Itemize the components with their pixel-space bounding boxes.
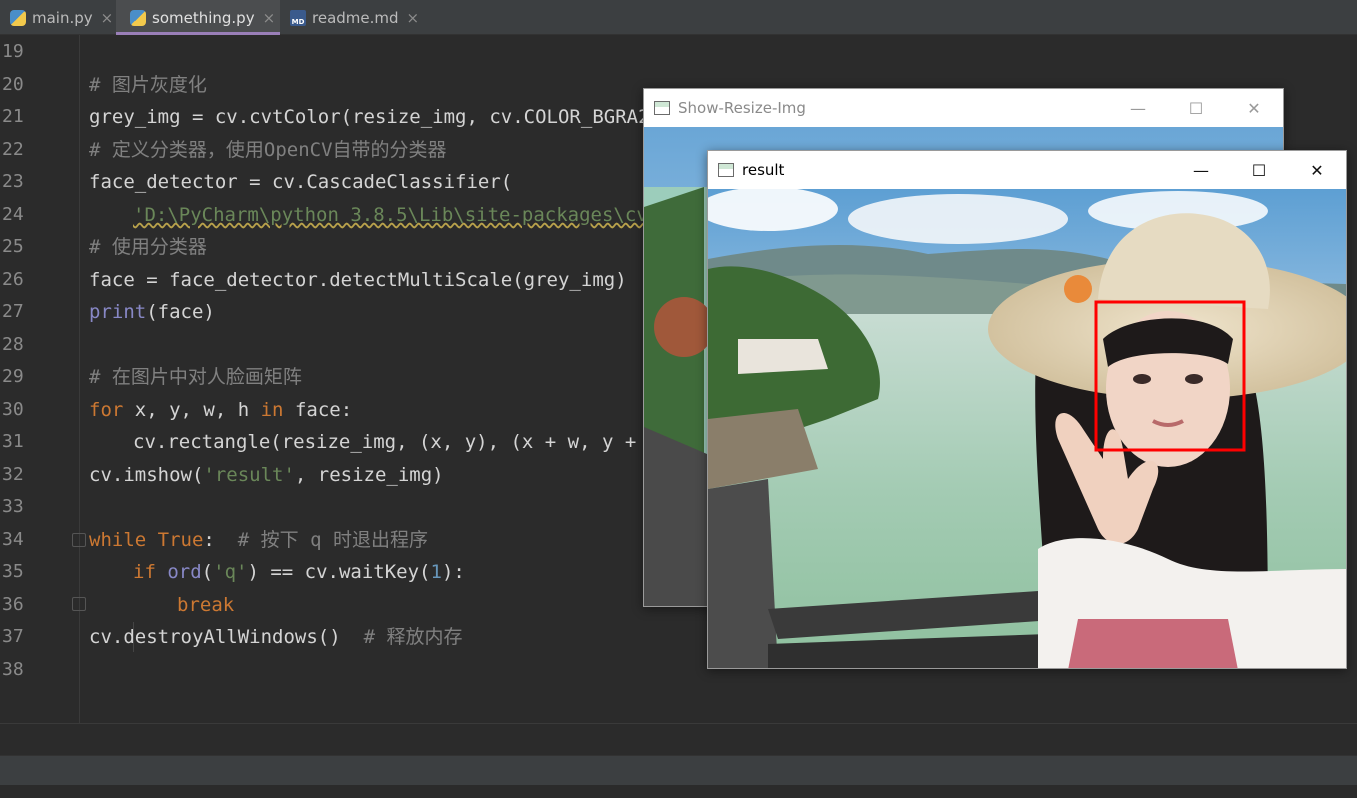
- close-tab-icon[interactable]: ×: [101, 9, 114, 27]
- code-text: ):: [441, 561, 465, 583]
- code-text: grey_img = cv.cvtColor(resize_img, cv.CO…: [89, 106, 707, 128]
- close-button[interactable]: ✕: [1288, 151, 1346, 189]
- code-text: , resize_img): [294, 464, 444, 486]
- code-text: cv.destroyAllWindows(): [89, 626, 341, 648]
- line-number: 27: [2, 301, 24, 322]
- python-file-icon: [10, 9, 26, 26]
- line-number: 34: [2, 529, 24, 550]
- line-number: 20: [2, 74, 24, 95]
- code-comment: # 使用分类器: [89, 236, 207, 258]
- tab-something-py[interactable]: something.py ×: [116, 0, 280, 35]
- window-bottom-edge: [0, 785, 1357, 798]
- close-button[interactable]: ✕: [1225, 89, 1283, 127]
- code-text: face = face_detector.detectMultiScale(gr…: [89, 269, 627, 291]
- app-window-icon: [718, 163, 734, 177]
- line-number: 33: [2, 496, 24, 517]
- code-comment: # 按下 q 时退出程序: [237, 529, 428, 551]
- code-text: face_detector = cv.CascadeClassifier(: [89, 171, 513, 193]
- result-window[interactable]: result — ☐ ✕: [707, 150, 1347, 669]
- app-window-icon: [654, 101, 670, 115]
- line-number: 29: [2, 366, 24, 387]
- code-text: (face): [146, 301, 215, 323]
- code-string: 'q': [213, 561, 248, 583]
- code-keyword: in: [260, 399, 284, 421]
- code-builtin: print: [89, 301, 147, 323]
- code-text: :: [203, 529, 215, 551]
- line-number: 30: [2, 399, 24, 420]
- code-comment: # 释放内存: [363, 626, 463, 648]
- code-builtin: ord: [167, 561, 202, 583]
- line-number: 32: [2, 464, 24, 485]
- close-tab-icon[interactable]: ×: [263, 9, 276, 27]
- markdown-file-icon: MD: [290, 9, 306, 26]
- tab-label: readme.md: [312, 8, 399, 27]
- code-text: cv.rectangle(resize_img, (x, y), (x + w,…: [133, 431, 683, 453]
- line-number: 26: [2, 269, 24, 290]
- line-number: 22: [2, 139, 24, 160]
- tab-label: main.py: [32, 8, 93, 27]
- line-number: 23: [2, 171, 24, 192]
- line-number: 28: [2, 334, 24, 355]
- python-file-icon: [130, 9, 146, 26]
- code-comment: # 定义分类器，使用OpenCV自带的分类器: [89, 139, 447, 161]
- code-comment: # 图片灰度化: [89, 74, 207, 96]
- maximize-button[interactable]: ☐: [1167, 89, 1225, 127]
- window-title: Show-Resize-Img: [678, 99, 806, 117]
- code-text: x, y, w, h: [123, 399, 261, 421]
- line-number: 38: [2, 659, 24, 680]
- result-photo: [708, 189, 1346, 668]
- tab-readme-md[interactable]: MD readme.md ×: [280, 0, 430, 35]
- code-keyword: True: [157, 529, 204, 551]
- line-number: 25: [2, 236, 24, 257]
- code-keyword: break: [177, 594, 235, 616]
- code-text: cv.imshow(: [89, 464, 204, 486]
- line-number: 24: [2, 204, 24, 225]
- close-tab-icon[interactable]: ×: [407, 9, 420, 27]
- line-number: 35: [2, 561, 24, 582]
- editor-bottom-panel: [0, 723, 1357, 755]
- code-line: 19: [0, 36, 1357, 68]
- minimize-button[interactable]: —: [1109, 89, 1167, 127]
- line-number: 19: [2, 41, 24, 62]
- code-keyword: while: [89, 529, 147, 551]
- code-string: 'result': [203, 464, 295, 486]
- maximize-button[interactable]: ☐: [1230, 151, 1288, 189]
- status-bar: [0, 755, 1357, 785]
- code-string: 'D:\PyCharm\python 3.8.5\Lib\site-packag…: [133, 204, 671, 226]
- line-number: 37: [2, 626, 24, 647]
- code-text: ) == cv.waitKey(: [247, 561, 431, 583]
- editor-tab-bar: main.py × something.py × MD readme.md ×: [0, 0, 1357, 35]
- code-keyword: if: [133, 561, 156, 583]
- line-number: 36: [2, 594, 24, 615]
- line-number: 31: [2, 431, 24, 452]
- minimize-button[interactable]: —: [1172, 151, 1230, 189]
- code-number: 1: [430, 561, 442, 583]
- tab-label: something.py: [152, 8, 255, 27]
- window-titlebar[interactable]: result — ☐ ✕: [708, 151, 1346, 189]
- line-number: 21: [2, 106, 24, 127]
- tab-main-py[interactable]: main.py ×: [0, 0, 116, 35]
- code-comment: # 在图片中对人脸画矩阵: [89, 366, 302, 388]
- window-title: result: [742, 161, 785, 179]
- code-text: face:: [283, 399, 353, 421]
- window-titlebar[interactable]: Show-Resize-Img — ☐ ✕: [644, 89, 1283, 127]
- code-keyword: for: [89, 399, 124, 421]
